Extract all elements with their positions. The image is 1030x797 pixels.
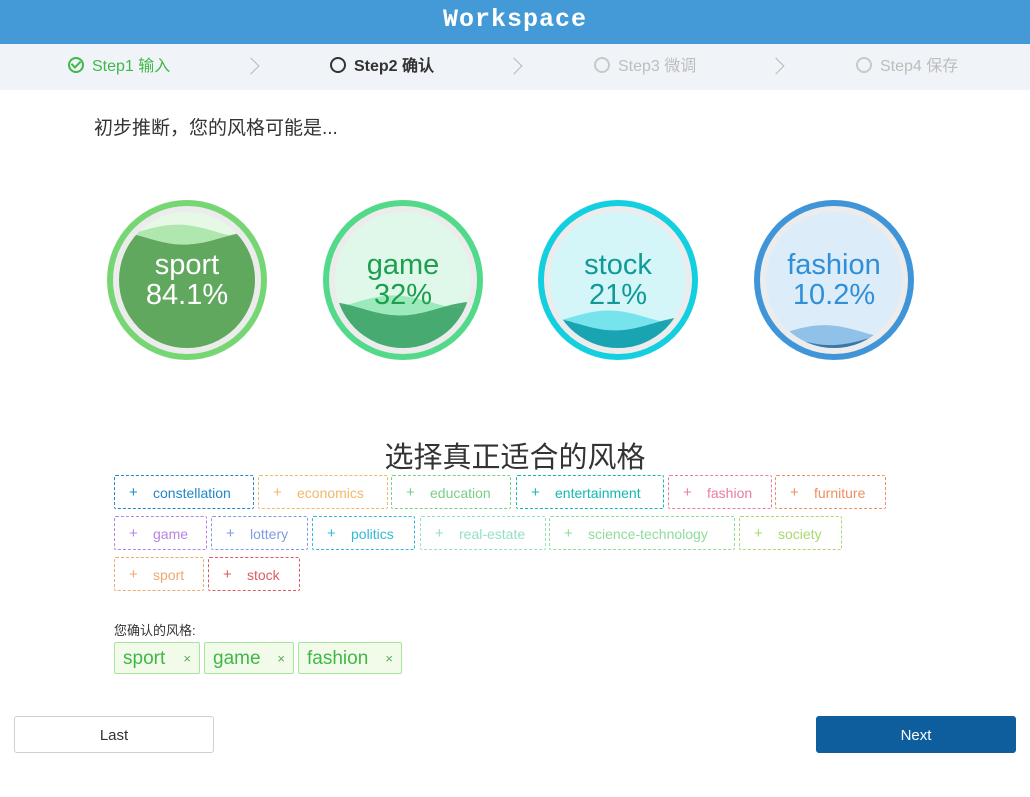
plus-icon: +: [531, 484, 540, 501]
tag-game[interactable]: + game: [114, 516, 207, 550]
step-2[interactable]: Step2 确认: [330, 44, 434, 90]
tag-stock[interactable]: + stock: [208, 557, 300, 591]
tag-label: real-estate: [459, 526, 526, 542]
plus-icon: +: [327, 525, 336, 542]
tag-entertainment[interactable]: + entertainment: [516, 475, 664, 509]
app-header: Workspace: [0, 0, 1030, 44]
gauge-percent: 10.2%: [792, 279, 876, 311]
confirmed-tag-sport: sport ×: [114, 642, 200, 674]
confirmed-styles-label: 您确认的风格:: [114, 623, 196, 638]
tag-politics[interactable]: + politics: [312, 516, 415, 550]
tag-constellation[interactable]: + constellation: [114, 475, 254, 509]
plus-icon: +: [683, 484, 692, 501]
tag-education[interactable]: + education: [391, 475, 511, 509]
tag-furniture[interactable]: + furniture: [775, 475, 886, 509]
confirmed-tag-game: game ×: [204, 642, 294, 674]
tag-society[interactable]: + society: [739, 516, 842, 550]
circle-icon: [594, 56, 610, 73]
last-button[interactable]: Last: [14, 716, 214, 753]
step-2-label: Step2 确认: [354, 58, 435, 75]
close-icon[interactable]: ×: [277, 643, 285, 675]
plus-icon: +: [129, 525, 138, 542]
confirmed-tag-label: game: [213, 648, 261, 669]
tag-label: economics: [297, 485, 364, 501]
gauge-name: sport: [154, 249, 220, 281]
tag-label: society: [778, 526, 822, 542]
step-4-label: Step4 保存: [880, 58, 959, 75]
tag-economics[interactable]: + economics: [258, 475, 388, 509]
step-3-label: Step3 微调: [618, 58, 697, 75]
step-3[interactable]: Step3 微调: [594, 44, 696, 90]
chevron-right-icon: [505, 57, 523, 75]
gauge-name: game: [366, 249, 440, 281]
circle-icon: [330, 56, 346, 73]
plus-icon: +: [226, 525, 235, 542]
plus-icon: +: [129, 484, 138, 501]
next-button[interactable]: Next: [816, 716, 1016, 753]
confirmed-tag-label: fashion: [307, 648, 369, 669]
plus-icon: +: [435, 525, 444, 542]
app-title: Workspace: [442, 5, 588, 34]
plus-icon: +: [406, 484, 415, 501]
close-icon[interactable]: ×: [183, 643, 191, 675]
tag-label: sport: [153, 567, 185, 583]
step-1-label: Step1 输入: [92, 58, 171, 75]
confirmed-tag-label: sport: [123, 648, 166, 669]
gauge-name: fashion: [787, 249, 881, 281]
plus-icon: +: [754, 525, 763, 542]
gauge-fashion: fashion 10.2%: [750, 196, 918, 364]
step-1[interactable]: Step1 输入: [68, 44, 170, 90]
intro-text: 初步推断，您的风格可能是...: [94, 118, 338, 139]
tag-science-technology[interactable]: + science-technology: [549, 516, 735, 550]
tag-label: education: [430, 485, 491, 501]
chevron-right-icon: [242, 57, 260, 75]
plus-icon: +: [273, 484, 282, 501]
tag-fashion[interactable]: + fashion: [668, 475, 772, 509]
tag-sport[interactable]: + sport: [114, 557, 204, 591]
step-bar: Step1 输入 Step2 确认 Step3 微调 Step4 保存: [0, 44, 1030, 90]
check-circle-icon: [68, 56, 84, 73]
chevron-right-icon: [767, 57, 785, 75]
gauge-percent: 32%: [373, 279, 433, 311]
close-icon[interactable]: ×: [385, 643, 393, 675]
gauge-game: game 32%: [319, 196, 487, 364]
tag-real-estate[interactable]: + real-estate: [420, 516, 546, 550]
tag-label: furniture: [814, 485, 866, 501]
step-4[interactable]: Step4 保存: [856, 44, 958, 90]
gauge-stock: stock 21%: [534, 196, 702, 364]
circle-icon: [856, 56, 872, 73]
tag-label: politics: [351, 526, 394, 542]
gauge-sport: sport 84.1%: [103, 196, 271, 364]
plus-icon: +: [564, 525, 573, 542]
confirmed-tag-fashion: fashion ×: [298, 642, 402, 674]
tag-label: game: [153, 526, 189, 542]
plus-icon: +: [129, 566, 138, 583]
plus-icon: +: [223, 566, 232, 583]
tag-label: fashion: [707, 485, 753, 501]
tag-label: stock: [247, 567, 280, 583]
tag-lottery[interactable]: + lottery: [211, 516, 308, 550]
gauge-percent: 84.1%: [145, 279, 229, 311]
gauge-percent: 21%: [588, 279, 648, 311]
gauge-name: stock: [584, 249, 652, 281]
section-title: 选择真正适合的风格: [384, 442, 646, 474]
tag-label: science-technology: [588, 526, 708, 542]
tag-label: entertainment: [555, 485, 641, 501]
tag-label: constellation: [153, 485, 231, 501]
tag-label: lottery: [250, 526, 289, 542]
plus-icon: +: [790, 484, 799, 501]
